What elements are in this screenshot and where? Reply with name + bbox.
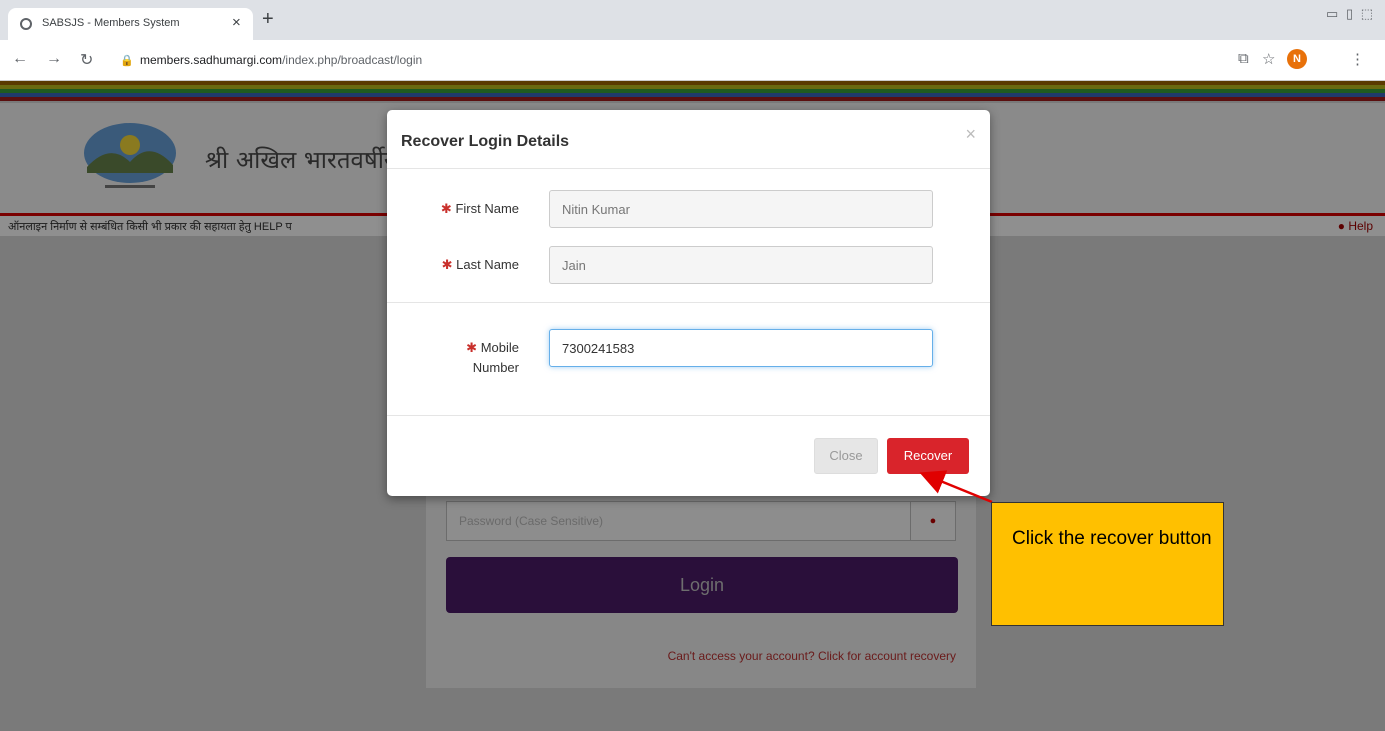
modal-footer-divider: [387, 415, 990, 416]
required-icon: ✱: [441, 257, 453, 272]
reload-icon[interactable]: ↻: [80, 50, 93, 70]
last-name-label: ✱ Last Name: [441, 257, 519, 272]
eye-icon[interactable]: ●: [910, 502, 955, 540]
help-icon: ●: [1337, 219, 1345, 233]
help-link[interactable]: ● Help: [1338, 219, 1373, 233]
modal-divider: [387, 302, 990, 303]
browser-tab-bar: SABSJS - Members System × + ▭ ▯ ⬚: [0, 0, 1385, 40]
bookmark-star-icon[interactable]: ☆: [1262, 50, 1275, 68]
url-domain: members.sadhumargi.com: [140, 53, 283, 67]
help-label: Help: [1348, 219, 1373, 233]
browser-toolbar: ← → ↻ 🔒 members.sadhumargi.com/index.php…: [0, 40, 1385, 81]
account-recovery-link[interactable]: Can't access your account? Click for acc…: [668, 649, 956, 663]
login-button[interactable]: Login: [446, 557, 958, 613]
recover-login-modal: Recover Login Details × ✱ First Name ✱ L…: [387, 110, 990, 496]
window-controls[interactable]: ▭ ▯ ⬚: [1326, 6, 1375, 22]
annotation-text: Click the recover button: [1012, 528, 1212, 549]
tab-title: SABSJS - Members System: [42, 17, 180, 29]
required-icon: ✱: [466, 340, 478, 355]
required-icon: ✱: [440, 201, 452, 216]
lock-icon: 🔒: [120, 55, 134, 67]
password-input[interactable]: Password (Case Sensitive) ●: [446, 501, 956, 541]
profile-avatar[interactable]: N: [1287, 49, 1307, 69]
first-name-field[interactable]: [549, 190, 933, 228]
new-tab-button[interactable]: +: [262, 9, 274, 29]
url-text: members.sadhumargi.com/index.php/broadca…: [140, 53, 422, 67]
modal-title: Recover Login Details: [401, 133, 570, 150]
annotation-callout: Click the recover button: [991, 502, 1224, 626]
header-stripes: [0, 81, 1385, 103]
globe-icon: [20, 18, 32, 30]
tab-close-icon[interactable]: ×: [232, 14, 241, 31]
notice-text: ऑनलाइन निर्माण से सम्बंधित किसी भी प्रका…: [8, 221, 292, 233]
url-path: /index.php/broadcast/login: [282, 53, 423, 67]
mobile-number-field[interactable]: [549, 329, 933, 367]
forward-arrow-icon[interactable]: →: [46, 50, 62, 68]
mobile-number-label: ✱ Mobile Number: [466, 340, 519, 375]
password-placeholder: Password (Case Sensitive): [459, 514, 604, 528]
translate-icon[interactable]: ⧉: [1238, 50, 1249, 67]
last-name-field[interactable]: [549, 246, 933, 284]
browser-tab[interactable]: SABSJS - Members System ×: [8, 8, 253, 40]
site-title: श्री अखिल भारतवर्षीय: [205, 146, 398, 174]
first-name-label: ✱ First Name: [440, 201, 519, 216]
site-logo: [84, 123, 176, 188]
modal-close-icon[interactable]: ×: [965, 124, 976, 145]
close-button[interactable]: Close: [814, 438, 878, 474]
address-bar[interactable]: 🔒 members.sadhumargi.com/index.php/broad…: [112, 47, 1222, 73]
back-arrow-icon[interactable]: ←: [12, 50, 28, 68]
modal-header: Recover Login Details ×: [387, 110, 990, 169]
recover-button[interactable]: Recover: [887, 438, 969, 474]
menu-dots-icon[interactable]: ⋮: [1350, 50, 1365, 68]
